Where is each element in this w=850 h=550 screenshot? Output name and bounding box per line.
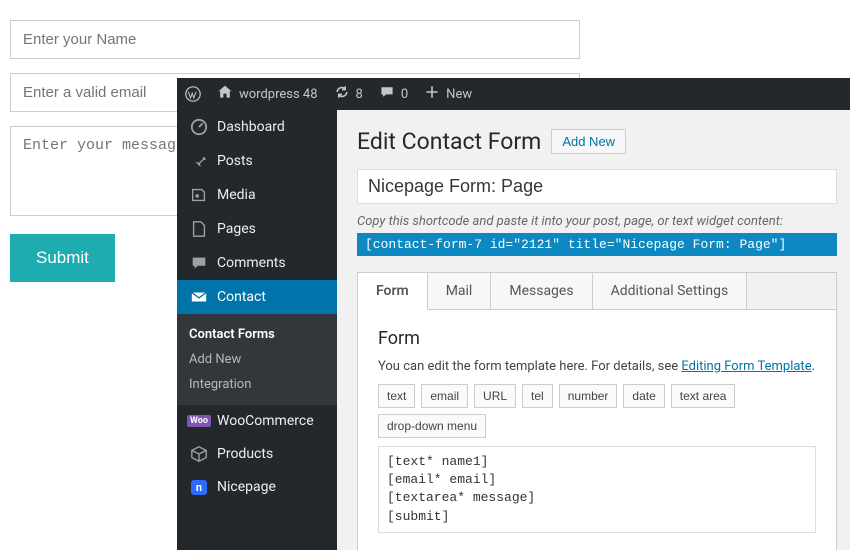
pin-icon	[189, 152, 209, 170]
sidebar-item-dashboard[interactable]: Dashboard	[177, 110, 337, 144]
tab-row: Form Mail Messages Additional Settings	[358, 273, 836, 310]
sidebar-item-label: Products	[217, 446, 273, 462]
tabs-container: Form Mail Messages Additional Settings F…	[357, 272, 837, 550]
add-new-button[interactable]: Add New	[551, 129, 626, 154]
submenu-add-new[interactable]: Add New	[177, 347, 337, 372]
sidebar-item-label: Contact	[217, 289, 266, 305]
sidebar-item-label: Pages	[217, 221, 256, 237]
form-template-textarea[interactable]: [text* name1] [email* email] [textarea* …	[378, 446, 816, 533]
new-link[interactable]: New	[424, 84, 472, 104]
wp-logo-icon[interactable]	[185, 86, 201, 102]
page-icon	[189, 220, 209, 238]
dashboard-icon	[189, 118, 209, 136]
submenu-contact-forms[interactable]: Contact Forms	[177, 322, 337, 347]
admin-sidebar: Dashboard Posts Media Pages Comments Con…	[177, 110, 337, 550]
box-icon	[189, 445, 209, 463]
site-link[interactable]: wordpress 48	[217, 84, 318, 104]
sidebar-item-comments[interactable]: Comments	[177, 246, 337, 280]
plus-icon	[424, 84, 440, 104]
updates-link[interactable]: 8	[334, 84, 363, 104]
admin-toolbar: wordpress 48 8 0 New	[177, 78, 850, 110]
editing-template-link[interactable]: Editing Form Template	[681, 359, 811, 374]
tab-mail[interactable]: Mail	[428, 273, 492, 309]
tab-messages[interactable]: Messages	[491, 273, 592, 309]
sidebar-item-media[interactable]: Media	[177, 178, 337, 212]
sidebar-item-products[interactable]: Products	[177, 437, 337, 471]
media-icon	[189, 186, 209, 204]
sidebar-item-label: Posts	[217, 153, 253, 169]
sidebar-item-nicepage[interactable]: n Nicepage	[177, 471, 337, 503]
panel-heading: Form	[378, 328, 816, 349]
comments-count: 0	[401, 87, 408, 102]
wp-admin-window: wordpress 48 8 0 New Dashboard Posts	[177, 78, 850, 550]
comments-link[interactable]: 0	[379, 84, 408, 104]
nicepage-icon: n	[189, 480, 209, 495]
sidebar-item-label: Comments	[217, 255, 286, 271]
shortcode-hint: Copy this shortcode and paste it into yo…	[357, 214, 837, 229]
site-name: wordpress 48	[239, 87, 318, 102]
tag-dropdown-button[interactable]: drop-down menu	[378, 414, 486, 438]
tag-email-button[interactable]: email	[421, 384, 468, 408]
tag-number-button[interactable]: number	[559, 384, 618, 408]
tab-additional-settings[interactable]: Additional Settings	[593, 273, 748, 309]
sidebar-item-label: Nicepage	[217, 479, 276, 495]
updates-count: 8	[356, 87, 363, 102]
content-area: Edit Contact Form Add New Copy this shor…	[337, 110, 850, 550]
sidebar-item-label: Media	[217, 187, 256, 203]
tag-text-button[interactable]: text	[378, 384, 415, 408]
envelope-icon	[189, 288, 209, 306]
home-icon	[217, 84, 233, 104]
submenu-integration[interactable]: Integration	[177, 372, 337, 397]
form-title-input[interactable]	[357, 169, 837, 204]
wp-body: Dashboard Posts Media Pages Comments Con…	[177, 110, 850, 550]
comment-icon	[379, 84, 395, 104]
sidebar-item-label: Dashboard	[217, 119, 285, 135]
page-title: Edit Contact Form	[357, 128, 541, 155]
tag-date-button[interactable]: date	[623, 384, 664, 408]
tag-url-button[interactable]: URL	[474, 384, 516, 408]
form-panel: Form You can edit the form template here…	[358, 310, 836, 550]
tab-form[interactable]: Form	[358, 273, 428, 310]
woo-icon: Woo	[189, 415, 209, 427]
submit-button[interactable]: Submit	[10, 234, 115, 282]
shortcode-field[interactable]: [contact-form-7 id="2121" title="Nicepag…	[357, 233, 837, 256]
page-heading: Edit Contact Form Add New	[357, 128, 837, 155]
contact-submenu: Contact Forms Add New Integration	[177, 314, 337, 405]
comment-icon	[189, 254, 209, 272]
refresh-icon	[334, 84, 350, 104]
sidebar-item-pages[interactable]: Pages	[177, 212, 337, 246]
sidebar-item-posts[interactable]: Posts	[177, 144, 337, 178]
sidebar-item-contact[interactable]: Contact	[177, 280, 337, 314]
new-label: New	[446, 87, 472, 102]
sidebar-item-label: WooCommerce	[217, 413, 314, 429]
sidebar-item-woocommerce[interactable]: Woo WooCommerce	[177, 405, 337, 437]
panel-description: You can edit the form template here. For…	[378, 359, 816, 374]
tag-button-row: text email URL tel number date text area…	[378, 384, 816, 438]
tag-textarea-button[interactable]: text area	[671, 384, 736, 408]
tag-tel-button[interactable]: tel	[522, 384, 553, 408]
name-input[interactable]	[10, 20, 580, 59]
